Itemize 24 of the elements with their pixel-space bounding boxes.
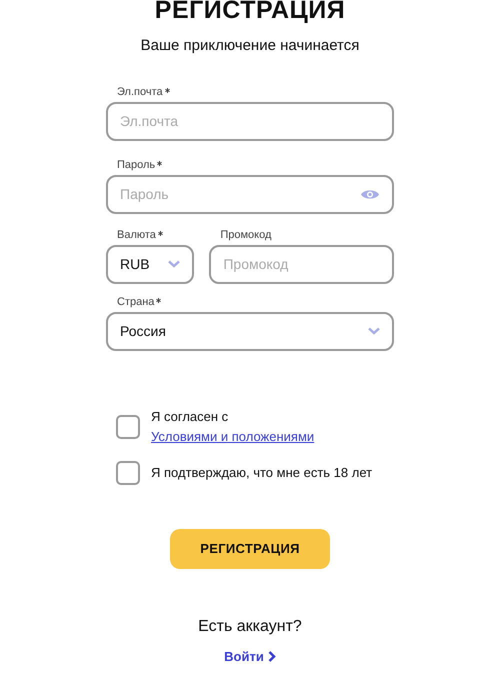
chevron-down-icon bbox=[168, 260, 180, 268]
checkbox[interactable] bbox=[116, 414, 140, 438]
field-label: Пароль bbox=[117, 158, 156, 172]
terms-link[interactable]: Условиями и положениями bbox=[151, 428, 314, 444]
input-field[interactable]: Эл.почта bbox=[106, 102, 394, 140]
field-label: Эл.почта bbox=[117, 86, 163, 98]
subtitle: Ваше приключение начинается bbox=[140, 36, 360, 56]
eye-icon[interactable] bbox=[360, 188, 380, 200]
login-link[interactable]: Войти bbox=[224, 646, 276, 666]
chevron-down-icon bbox=[368, 327, 380, 335]
input-field[interactable]: Промокод bbox=[209, 244, 394, 284]
select-field[interactable]: Россия bbox=[106, 312, 394, 350]
checkbox-label: Я согласен с Условиями и положениями bbox=[151, 408, 316, 446]
account-prompt: Есть аккаунт? bbox=[197, 616, 303, 636]
input-field[interactable]: Пароль bbox=[106, 174, 394, 214]
register-button[interactable]: РЕГИСТРАЦИЯ bbox=[170, 528, 330, 568]
page-title: РЕГИСТРАЦИЯ bbox=[154, 0, 346, 24]
field-label: Промокод bbox=[220, 228, 272, 242]
select-field[interactable]: RUB bbox=[106, 244, 194, 284]
checkbox[interactable] bbox=[116, 460, 140, 484]
checkbox-label: Я подтверждаю, что мне есть 18 лет bbox=[151, 464, 372, 482]
field-label: Валюта bbox=[117, 228, 156, 242]
field-label: Страна bbox=[117, 296, 154, 308]
chevron-right-icon bbox=[268, 650, 276, 662]
